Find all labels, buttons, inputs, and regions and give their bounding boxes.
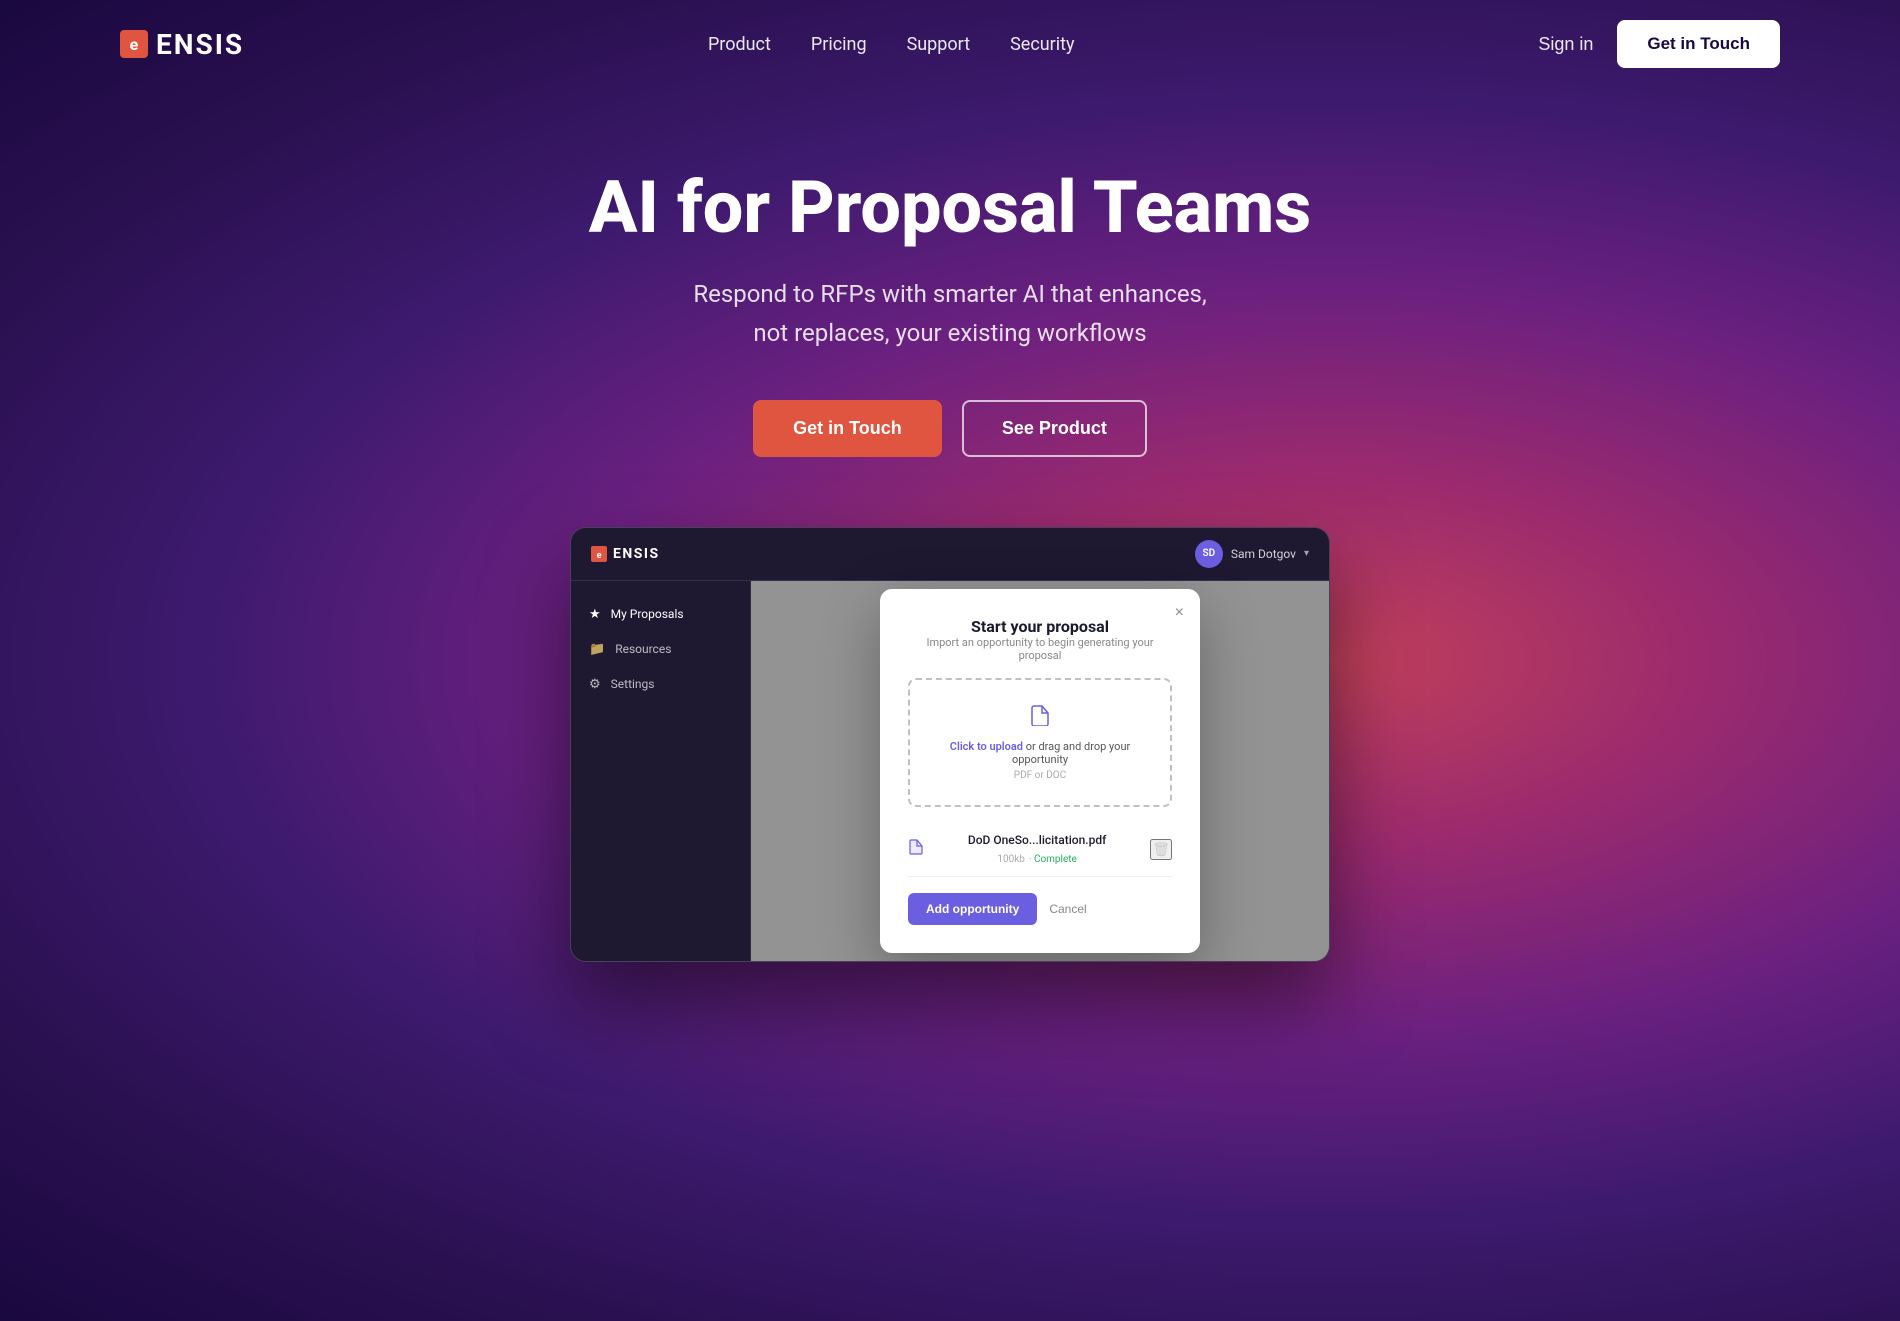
app-username: Sam Dotgov <box>1231 547 1296 561</box>
dropdown-icon[interactable]: ▾ <box>1304 548 1309 559</box>
nav-link-security[interactable]: Security <box>1010 34 1074 55</box>
navbar: e ENSIS Product Pricing Support Security… <box>0 0 1900 88</box>
modal-subtitle: Import an opportunity to begin generatin… <box>908 636 1172 662</box>
app-brand-name: ENSIS <box>613 546 660 562</box>
nav-link-product[interactable]: Product <box>708 34 771 55</box>
hero-content: AI for Proposal Teams Respond to RFPs wi… <box>0 88 1900 1002</box>
app-logo-area: e ENSIS <box>591 546 660 562</box>
folder-icon: 📁 <box>589 642 605 657</box>
nav-actions: Sign in Get in Touch <box>1538 20 1780 68</box>
modal-header: Start your proposal Import an opportunit… <box>908 617 1172 662</box>
file-item: DoD OneSo...licitation.pdf 100kb · Compl… <box>908 823 1172 877</box>
star-icon: ★ <box>589 607 601 622</box>
file-status: Complete <box>1034 854 1077 865</box>
hero-buttons: Get in Touch See Product <box>753 400 1147 457</box>
sidebar-item-label: Settings <box>611 677 655 691</box>
app-screenshot: e ENSIS SD Sam Dotgov ▾ ★ My Proposals <box>570 527 1330 962</box>
file-name: DoD OneSo...licitation.pdf <box>934 833 1140 847</box>
file-pdf-icon <box>908 839 924 859</box>
sidebar-item-my-proposals[interactable]: ★ My Proposals <box>571 597 750 632</box>
get-in-touch-nav-button[interactable]: Get in Touch <box>1617 20 1780 68</box>
app-user-area: SD Sam Dotgov ▾ <box>1195 540 1309 568</box>
hero-title: AI for Proposal Teams <box>589 168 1311 247</box>
avatar: SD <box>1195 540 1223 568</box>
upload-file-icon <box>926 704 1154 732</box>
logo-area: e ENSIS <box>120 28 244 61</box>
modal-title: Start your proposal <box>908 617 1172 636</box>
cancel-button[interactable]: Cancel <box>1049 902 1086 916</box>
modal-overlay: Start your proposal Import an opportunit… <box>751 581 1329 961</box>
nav-link-support[interactable]: Support <box>907 34 971 55</box>
nav-links: Product Pricing Support Security <box>708 34 1075 55</box>
app-main: Welco... Urban Ina... Start your proposa… <box>751 581 1329 961</box>
upload-area[interactable]: Click to upload or drag and drop your op… <box>908 678 1172 807</box>
file-delete-button[interactable]: 🗑 <box>1150 839 1172 860</box>
sign-in-button[interactable]: Sign in <box>1538 34 1593 55</box>
get-in-touch-hero-button[interactable]: Get in Touch <box>753 400 942 457</box>
see-product-button[interactable]: See Product <box>962 400 1147 457</box>
upload-text: Click to upload or drag and drop your op… <box>926 740 1154 766</box>
hero-background: e ENSIS Product Pricing Support Security… <box>0 0 1900 1321</box>
logo-icon: e <box>120 30 148 58</box>
nav-link-pricing[interactable]: Pricing <box>811 34 867 55</box>
hero-subtitle: Respond to RFPs with smarter AI that enh… <box>693 275 1206 352</box>
sidebar-item-label: My Proposals <box>611 607 684 621</box>
file-size: 100kb <box>997 854 1025 865</box>
app-body: ★ My Proposals 📁 Resources ⚙ Settings We… <box>571 581 1329 961</box>
svg-text:e: e <box>130 35 139 54</box>
modal-buttons: Add opportunity Cancel <box>908 893 1172 925</box>
svg-text:e: e <box>597 551 602 561</box>
upload-link[interactable]: Click to upload <box>950 740 1023 753</box>
sidebar-item-label: Resources <box>615 642 671 656</box>
brand-name: ENSIS <box>156 28 244 61</box>
add-opportunity-button[interactable]: Add opportunity <box>908 893 1037 925</box>
modal-close-button[interactable]: × <box>1175 605 1184 621</box>
modal-start-proposal: Start your proposal Import an opportunit… <box>880 589 1200 953</box>
file-info: DoD OneSo...licitation.pdf 100kb · Compl… <box>934 833 1140 866</box>
gear-icon: ⚙ <box>589 677 601 692</box>
app-logo-icon: e <box>591 546 607 562</box>
sidebar-item-settings[interactable]: ⚙ Settings <box>571 667 750 702</box>
sidebar-item-resources[interactable]: 📁 Resources <box>571 632 750 667</box>
app-sidebar: ★ My Proposals 📁 Resources ⚙ Settings <box>571 581 751 961</box>
app-topbar: e ENSIS SD Sam Dotgov ▾ <box>571 528 1329 581</box>
upload-hint: PDF or DOC <box>926 770 1154 781</box>
